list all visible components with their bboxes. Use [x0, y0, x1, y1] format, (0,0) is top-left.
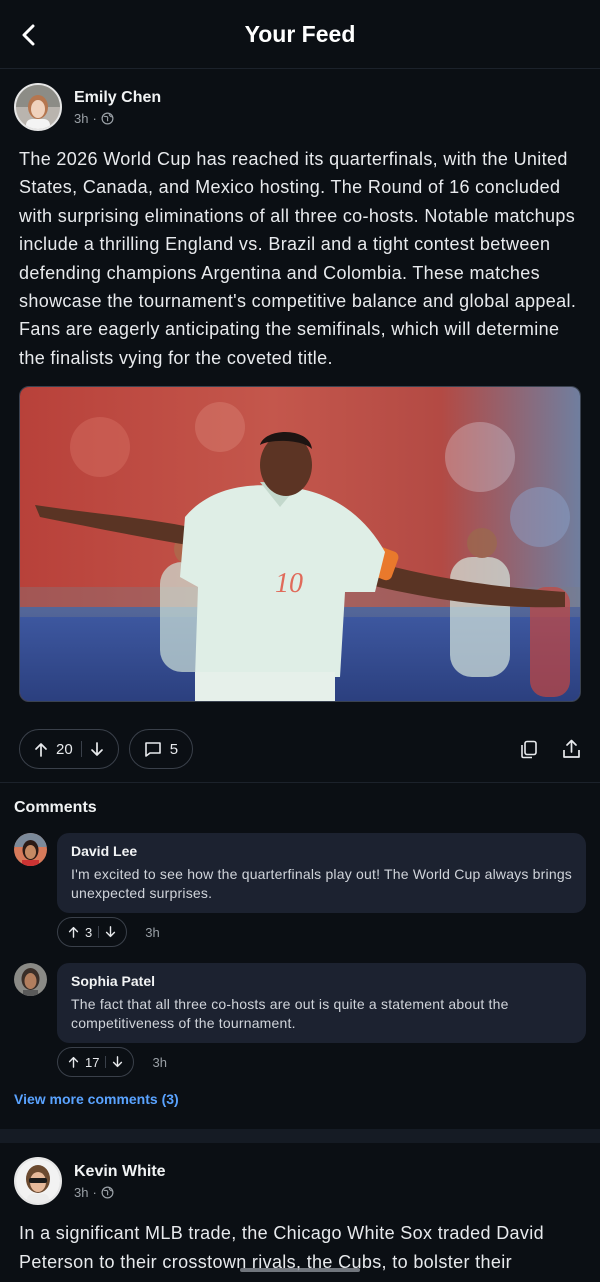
comment-button[interactable]: 5 [128, 729, 194, 770]
arrow-down-icon[interactable] [90, 741, 104, 757]
arrow-up-icon[interactable] [68, 926, 79, 939]
comment-item: Sophia Patel The fact that all three co-… [14, 963, 586, 1078]
meta-dot: · [92, 1184, 97, 1200]
chevron-left-icon [22, 24, 35, 46]
copy-icon [521, 740, 537, 759]
upvote-count: 20 [56, 740, 73, 758]
comment-icon [144, 741, 161, 757]
avatar[interactable] [14, 1157, 62, 1206]
comment-upvote-count: 17 [85, 1054, 100, 1070]
share-button[interactable] [561, 739, 581, 759]
post-body: The 2026 World Cup has reached its quart… [19, 149, 577, 368]
post-author[interactable]: Emily Chen [74, 89, 161, 107]
vote-separator [105, 1056, 107, 1069]
comment-time: 3h [152, 1054, 167, 1070]
comment-text: I'm excited to see how the quarterfinals… [71, 866, 572, 902]
app-header: Your Feed [0, 0, 600, 69]
meta-dot: · [92, 110, 97, 126]
comments-title: Comments [14, 799, 97, 817]
arrow-up-icon[interactable] [34, 742, 48, 757]
page-title: Your Feed [244, 20, 356, 47]
comment-text: The fact that all three co-hosts are out… [71, 996, 509, 1032]
jersey-number: 10 [275, 568, 303, 599]
back-button[interactable] [14, 20, 44, 50]
avatar[interactable] [14, 83, 62, 131]
copy-button[interactable] [519, 739, 539, 759]
view-more-comments-link[interactable]: View more comments (3) [14, 1091, 586, 1107]
avatar[interactable] [14, 833, 47, 867]
comment-author[interactable]: Sophia Patel [71, 973, 572, 989]
comment-bubble: David Lee I'm excited to see how the qua… [57, 833, 586, 914]
comment-upvote-count: 3 [85, 924, 93, 940]
comment-bubble: Sophia Patel The fact that all three co-… [57, 963, 586, 1044]
arrow-down-icon[interactable] [105, 926, 116, 938]
home-indicator[interactable] [240, 1268, 360, 1272]
comment-item: David Lee I'm excited to see how the qua… [14, 833, 586, 948]
post-image[interactable]: 10 [19, 386, 581, 703]
post-author[interactable]: Kevin White [74, 1163, 166, 1181]
post-header: Kevin White 3h · [14, 1143, 581, 1206]
post-actions: 20 5 [19, 728, 581, 770]
section-divider [0, 782, 600, 784]
avatar[interactable] [14, 963, 47, 997]
vote-pill: 20 [19, 729, 119, 770]
vote-separator [98, 926, 100, 939]
comments-section: Comments David Lee I'm excited to see ho… [0, 799, 600, 1107]
comment-time: 3h [145, 924, 160, 940]
share-icon [562, 739, 580, 759]
arrow-up-icon[interactable] [68, 1056, 79, 1069]
vote-separator [80, 741, 82, 758]
feed-post: Emily Chen 3h · The 2026 World Cup has r… [0, 69, 600, 770]
globe-icon [101, 1186, 114, 1199]
comment-vote-pill: 3 [57, 917, 128, 948]
post-separator [0, 1129, 600, 1144]
globe-icon [101, 112, 114, 124]
post-time: 3h [74, 110, 89, 126]
comment-vote-pill: 17 [57, 1047, 135, 1078]
comment-author[interactable]: David Lee [71, 843, 572, 859]
comment-count: 5 [169, 740, 179, 758]
post-photo: 10 [20, 387, 580, 702]
arrow-down-icon[interactable] [112, 1056, 123, 1068]
post-time: 3h [74, 1184, 89, 1200]
feed-post: Kevin White 3h · In a significant MLB tr… [0, 1143, 600, 1276]
post-header: Emily Chen 3h · [14, 69, 581, 131]
